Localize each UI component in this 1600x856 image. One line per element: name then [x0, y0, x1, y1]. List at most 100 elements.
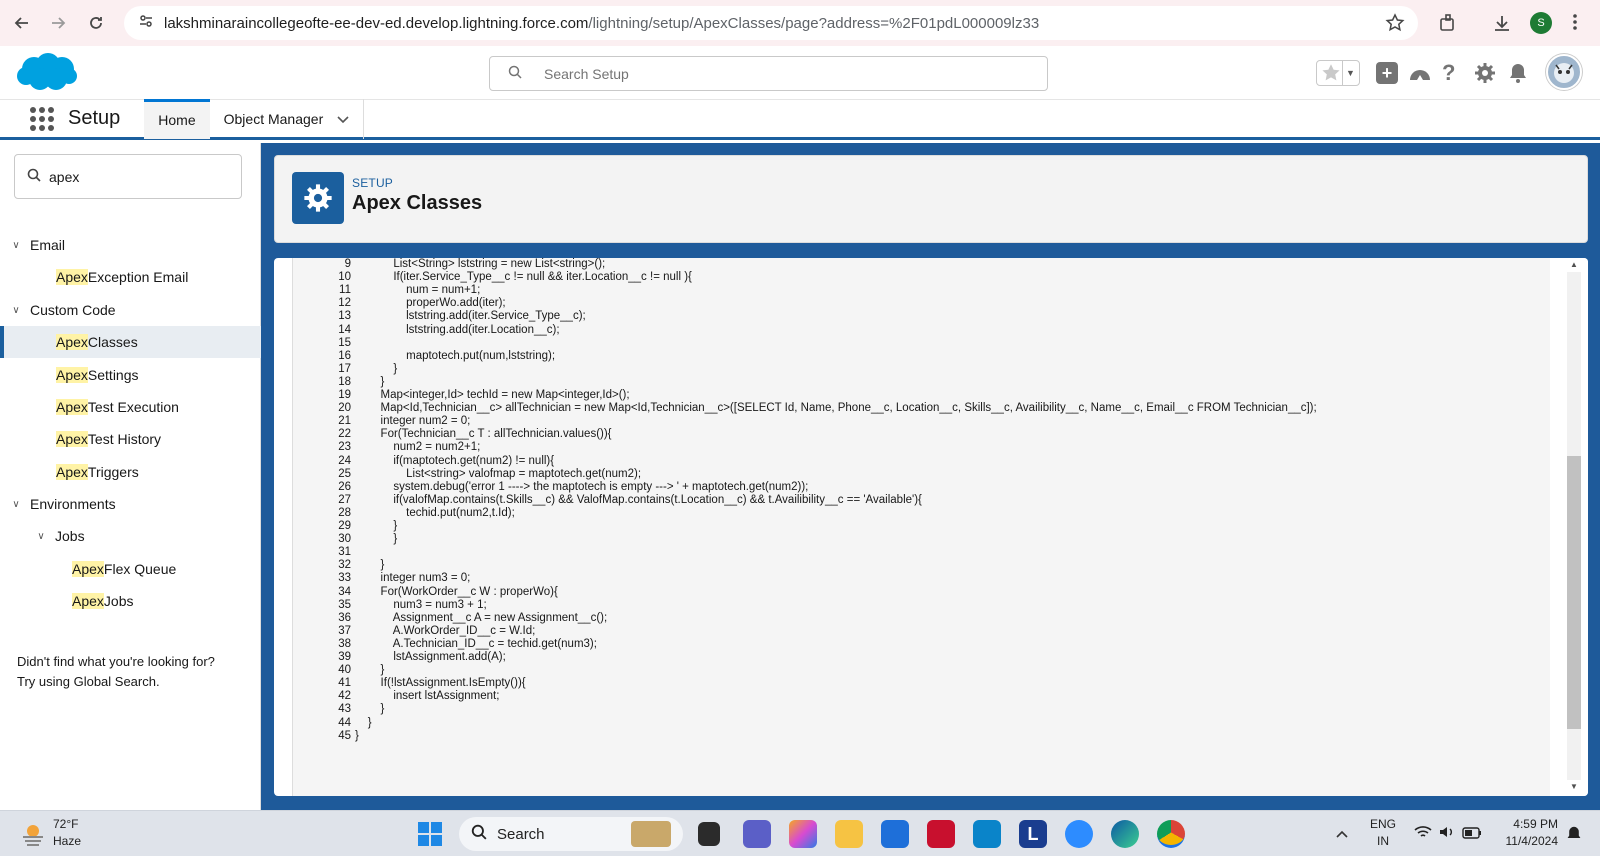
teams-icon[interactable] — [743, 820, 771, 848]
chevron-down-icon[interactable]: ∨ — [10, 499, 22, 510]
scroll-track[interactable] — [1567, 272, 1581, 780]
chevron-up-icon[interactable] — [1336, 825, 1348, 843]
chevron-down-icon[interactable]: ∨ — [10, 305, 22, 316]
help-icon[interactable]: ? — [1442, 60, 1455, 86]
notification-bell-icon[interactable] — [1566, 825, 1582, 848]
folder-icon[interactable] — [835, 820, 863, 848]
line-number: 29 — [338, 520, 351, 532]
line-number: 27 — [338, 493, 351, 506]
file-explorer-dark-icon[interactable] — [698, 822, 720, 846]
forward-icon[interactable] — [46, 11, 70, 35]
address-bar[interactable]: lakshminaraincollegeofte-ee-dev-ed.devel… — [124, 6, 1418, 40]
windows-start-icon[interactable] — [418, 822, 442, 846]
page-title: Apex Classes — [352, 192, 483, 214]
tree-section-label: Email — [30, 237, 66, 253]
search-highlight-art — [631, 821, 671, 847]
tree-item-label: Test Execution — [87, 399, 179, 415]
global-search-link[interactable]: Try using Global Search. — [17, 672, 215, 692]
tree-section-environments[interactable]: ∨ Environments — [0, 488, 261, 520]
back-icon[interactable] — [10, 11, 34, 35]
profile-avatar[interactable]: S — [1530, 12, 1552, 34]
app-l-icon[interactable]: L — [1019, 820, 1047, 848]
battery-icon[interactable] — [1462, 826, 1482, 844]
tree-item-apex-triggers[interactable]: Apex Triggers — [0, 456, 261, 488]
tab-object-manager[interactable]: Object Manager — [210, 98, 365, 139]
scrollbar[interactable]: ▲ ▼ — [1558, 258, 1588, 796]
copilot-icon[interactable] — [789, 820, 817, 848]
weather-widget[interactable]: 72°F Haze — [53, 816, 81, 850]
star-icon[interactable] — [1385, 13, 1405, 38]
scroll-thumb[interactable] — [1567, 456, 1581, 729]
code-line: integer num2 = 0; — [355, 415, 471, 428]
line-number: 43 — [338, 703, 351, 716]
taskbar-search[interactable]: Search — [459, 817, 683, 851]
reload-icon[interactable] — [84, 11, 108, 35]
gear-icon[interactable] — [1474, 62, 1496, 89]
code-viewer[interactable]: 9 10 11 12 13 14 15 16 17 18 19 20 21 22 23 24 25 26 27 28 2… — [292, 258, 1550, 796]
quick-find-input[interactable]: apex — [14, 154, 242, 199]
line-number: 33 — [338, 572, 351, 585]
tree-item-apex-jobs[interactable]: Apex Jobs — [0, 585, 261, 617]
chevron-down-icon[interactable]: ∨ — [10, 240, 22, 251]
line-number: 20 — [338, 402, 351, 415]
tree-item-apex-settings[interactable]: Apex Settings — [0, 359, 261, 391]
extensions-icon[interactable] — [1438, 13, 1458, 38]
tree-item-apex-flex-queue[interactable]: Apex Flex Queue — [0, 553, 261, 585]
line-number: 41 — [338, 677, 351, 690]
chevron-down-icon[interactable]: ∨ — [35, 531, 47, 542]
chrome-icon[interactable] — [1157, 820, 1185, 848]
store-icon[interactable] — [881, 820, 909, 848]
tab-home[interactable]: Home — [144, 98, 210, 139]
search-highlight: Apex — [56, 464, 88, 480]
add-icon[interactable]: + — [1376, 62, 1398, 84]
download-icon[interactable] — [1492, 13, 1512, 38]
line-number: 9 — [344, 258, 351, 270]
mcafee-icon[interactable] — [927, 820, 955, 848]
trailhead-icon[interactable] — [1408, 62, 1432, 89]
code-line: If(!lstAssignment.IsEmpty()){ — [355, 677, 526, 690]
tree-subsection-jobs[interactable]: ∨ Jobs — [0, 520, 261, 552]
weather-icon[interactable] — [20, 821, 46, 852]
favorites-icon[interactable]: ▼ — [1316, 60, 1360, 86]
scroll-up-icon[interactable]: ▲ — [1567, 260, 1581, 269]
global-header: Search Setup ▼ + ? — [0, 46, 1600, 100]
search-highlight: Apex — [56, 399, 88, 415]
volume-icon[interactable] — [1438, 825, 1456, 844]
clock[interactable]: 4:59 PM 11/4/2024 — [1496, 816, 1559, 850]
bell-icon[interactable] — [1508, 62, 1528, 89]
app-blue-icon[interactable] — [973, 820, 1001, 848]
tree-item-apex-test-history[interactable]: Apex Test History — [0, 423, 261, 455]
code-line: integer num3 = 0; — [355, 572, 471, 585]
tree-section-custom-code[interactable]: ∨ Custom Code — [0, 294, 261, 326]
zoom-icon[interactable] — [1065, 820, 1093, 848]
code-line: } — [355, 520, 398, 532]
weather-temp: 72°F — [53, 817, 79, 831]
language-indicator[interactable]: ENG IN — [1370, 816, 1396, 850]
wifi-icon[interactable] — [1414, 825, 1432, 844]
tree-item-label: Settings — [87, 367, 139, 383]
chevron-down-icon[interactable] — [337, 111, 349, 127]
code-line: Map<Id,Technician__c> allTechnician = ne… — [355, 402, 1317, 415]
salesforce-logo[interactable] — [16, 51, 78, 98]
code-line: For(Technician__c T : allTechnician.valu… — [355, 428, 612, 441]
code-line: insert lstAssignment; — [355, 690, 500, 703]
tree-item-apex-test-execution[interactable]: Apex Test Execution — [0, 391, 261, 423]
tree-item-apex-classes[interactable]: Apex Classes — [0, 326, 261, 358]
scroll-down-icon[interactable]: ▼ — [1567, 782, 1581, 791]
line-number: 15 — [338, 336, 351, 349]
edge-icon[interactable] — [1111, 820, 1139, 848]
kebab-icon[interactable] — [1572, 12, 1578, 37]
search-setup-input[interactable]: Search Setup — [489, 56, 1048, 91]
tree-section-email[interactable]: ∨ Email — [0, 229, 261, 261]
tree-item-apex-exception-email[interactable]: Apex Exception Email — [0, 261, 261, 293]
site-info-icon[interactable] — [138, 13, 154, 34]
avatar[interactable] — [1546, 54, 1582, 90]
code-line: if(valofMap.contains(t.Skills__c) && Val… — [355, 493, 922, 506]
line-number: 11 — [339, 284, 351, 297]
code-line: } — [355, 703, 385, 716]
app-launcher-icon[interactable] — [30, 106, 54, 131]
apex-class-body: 9 10 11 12 13 14 15 16 17 18 19 20 21 22 23 24 25 26 27 28 2… — [274, 258, 1588, 796]
line-number: 23 — [338, 441, 351, 454]
code-line: } — [355, 729, 359, 742]
code-line: } — [355, 362, 398, 375]
